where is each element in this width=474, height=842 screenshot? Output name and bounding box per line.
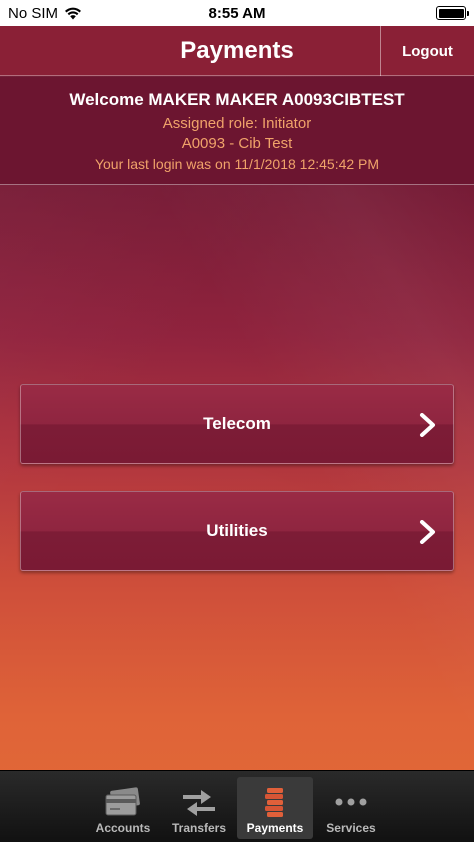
tab-services[interactable]: Services [313, 777, 389, 839]
more-dots-icon [331, 786, 371, 818]
tab-label: Services [326, 821, 376, 835]
header: Payments Logout [0, 26, 474, 76]
credit-card-icon [103, 786, 143, 818]
telecom-label: Telecom [203, 414, 271, 433]
welcome-greeting: Welcome MAKER MAKER A0093CIBTEST [69, 90, 405, 109]
chevron-right-icon [420, 413, 435, 437]
tab-bar: Accounts Transfers Payments Services [0, 770, 474, 842]
assigned-role: Assigned role: Initiator [162, 115, 312, 132]
logout-button[interactable]: Logout [380, 26, 474, 76]
tab-payments[interactable]: Payments [237, 777, 313, 839]
wifi-icon [65, 7, 82, 19]
chevron-right-icon [420, 520, 435, 544]
status-bar: No SIM 8:55 AM [0, 0, 474, 26]
tab-label: Accounts [95, 821, 151, 835]
tab-label: Transfers [171, 821, 227, 835]
utilities-button[interactable]: Utilities [20, 491, 454, 571]
welcome-panel: Welcome MAKER MAKER A0093CIBTEST Assigne… [0, 77, 474, 185]
transfer-arrows-icon [179, 786, 219, 818]
utilities-label: Utilities [206, 521, 268, 540]
carrier-label: No SIM [8, 4, 59, 22]
coin-stack-icon [255, 786, 295, 818]
battery-icon [436, 6, 469, 20]
tab-accounts[interactable]: Accounts [85, 777, 161, 839]
tab-label: Payments [246, 821, 304, 835]
company-name: A0093 - Cib Test [181, 135, 293, 152]
last-login: Your last login was on 11/1/2018 12:45:4… [94, 156, 380, 172]
tab-transfers[interactable]: Transfers [161, 777, 237, 839]
status-left: No SIM [8, 5, 82, 22]
telecom-button[interactable]: Telecom [20, 384, 454, 464]
